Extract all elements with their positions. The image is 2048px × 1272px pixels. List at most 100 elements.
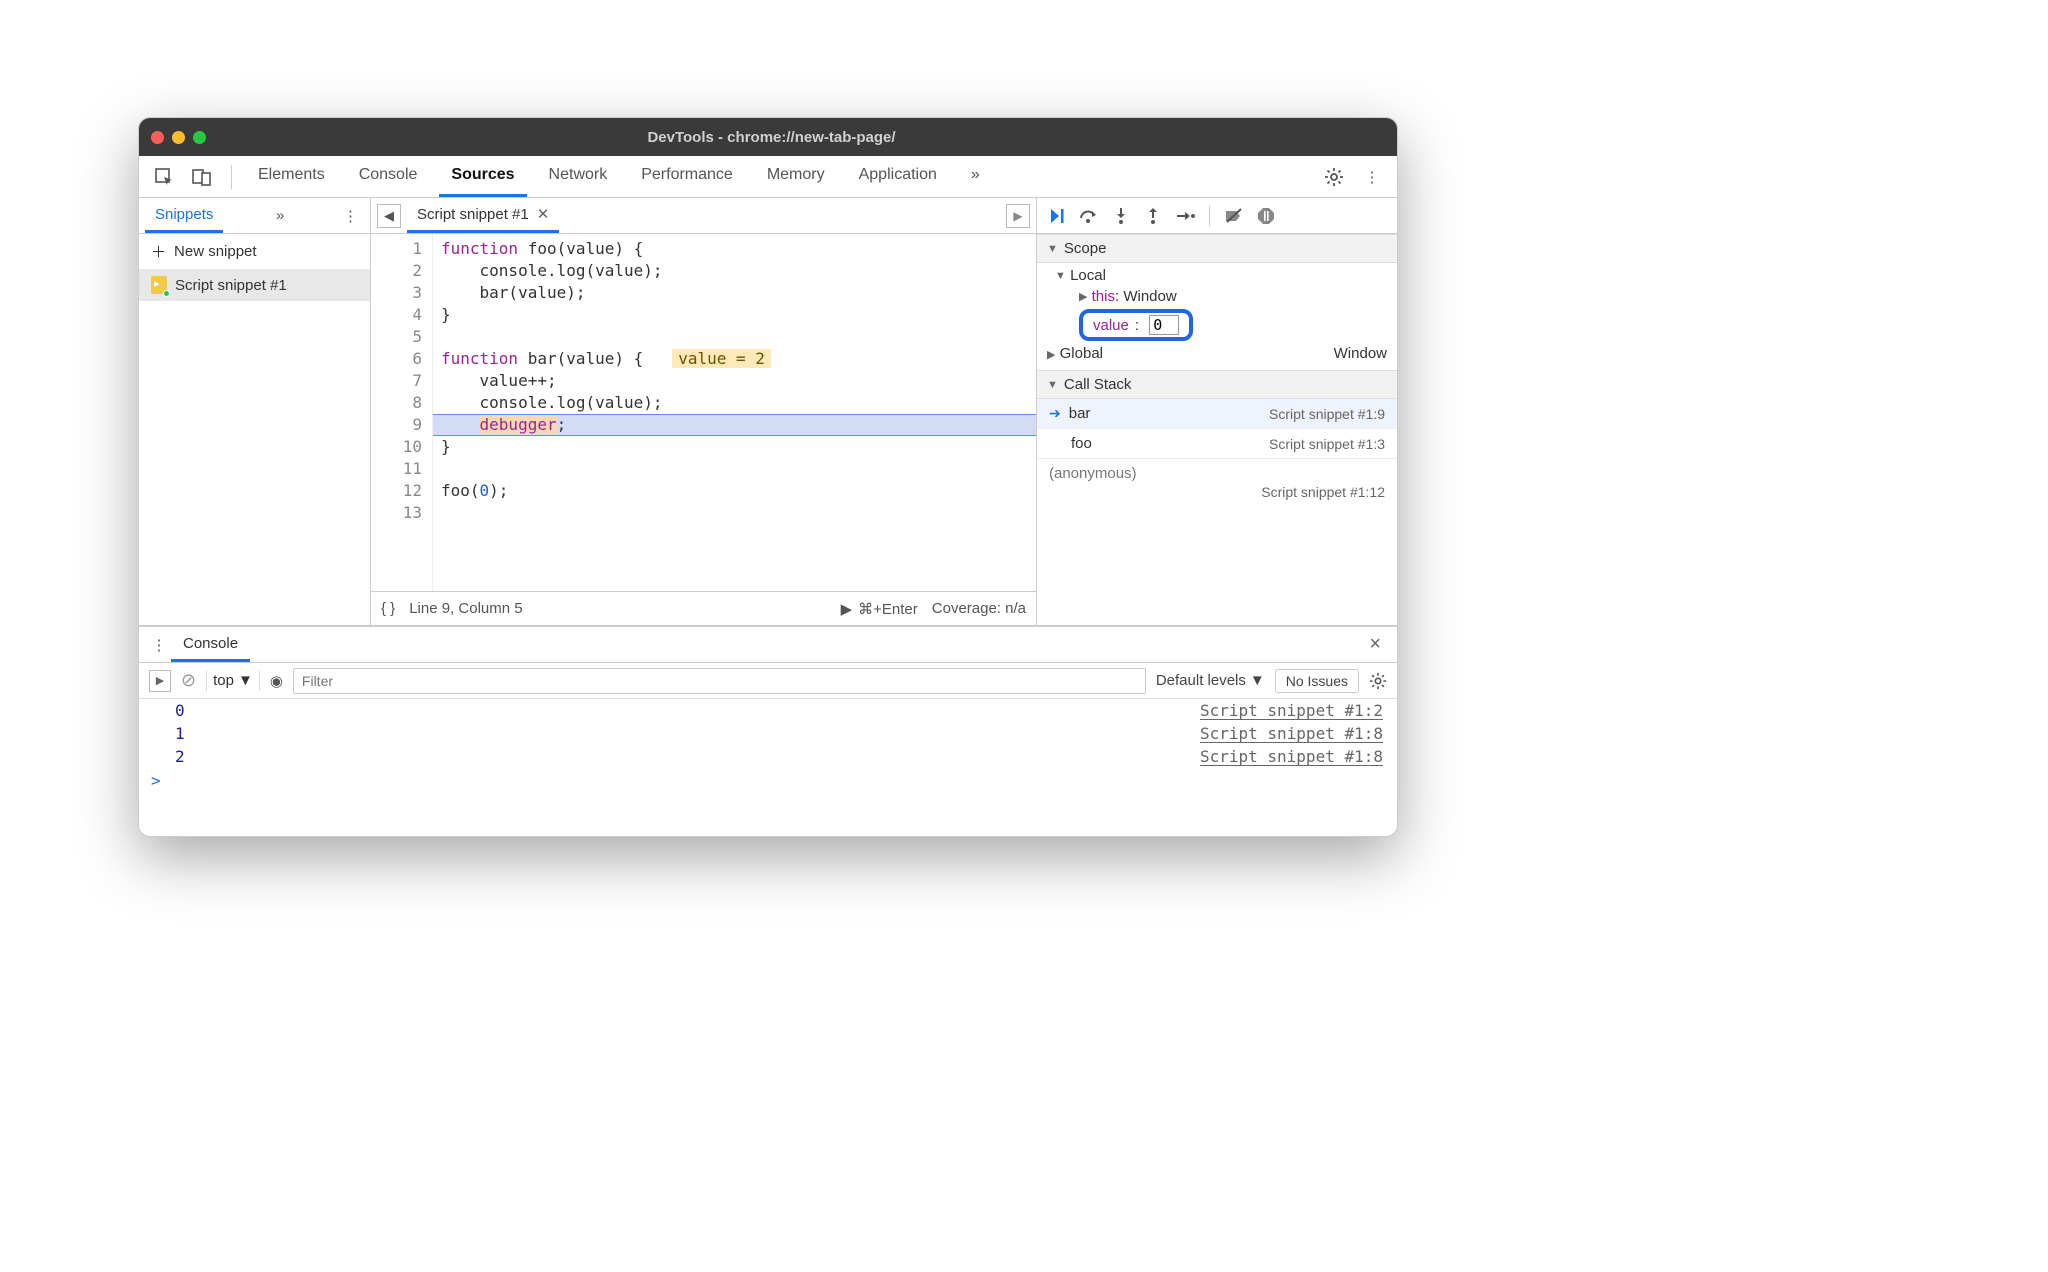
code-line[interactable]: console.log(value); (441, 260, 1036, 282)
scope-this-row[interactable]: ▶ this: Window (1037, 286, 1397, 307)
code-line[interactable]: debugger; (441, 414, 1036, 436)
panel-tabs: Elements Console Sources Network Perform… (139, 156, 1397, 198)
no-issues-button[interactable]: No Issues (1275, 669, 1359, 693)
current-frame-arrow-icon: ➔ (1049, 405, 1061, 422)
chevron-down-icon: ▼ (1250, 672, 1265, 689)
resume-icon[interactable] (1045, 204, 1069, 228)
tab-elements[interactable]: Elements (246, 156, 337, 197)
devtools-window: DevTools - chrome://new-tab-page/ Elemen… (138, 117, 1398, 837)
tab-performance[interactable]: Performance (629, 156, 745, 197)
navigator-sidebar: Snippets » ⋮ ＋ New snippet Script snippe… (139, 198, 371, 625)
scope-local-header[interactable]: ▼ Local (1037, 265, 1397, 286)
console-source-link[interactable]: Script snippet #1:8 (1200, 724, 1383, 743)
settings-gear-icon[interactable] (1319, 162, 1349, 192)
value-edit-input[interactable] (1149, 315, 1179, 335)
zoom-window-button[interactable] (193, 131, 206, 144)
console-log-line: 1Script snippet #1:8 (139, 722, 1397, 745)
source-editor: ◀ Script snippet #1 ✕ ▶ 1234567891011121… (371, 198, 1037, 625)
sidebar-tab-snippets[interactable]: Snippets (145, 198, 223, 233)
device-toolbar-icon[interactable] (187, 162, 217, 192)
editor-tab-label: Script snippet #1 (417, 206, 529, 223)
code-line[interactable]: function bar(value) { value = 2 (441, 348, 1036, 370)
triangle-down-icon: ▼ (1055, 270, 1066, 282)
console-source-link[interactable]: Script snippet #1:2 (1200, 701, 1383, 720)
pretty-print-icon[interactable]: { } (381, 600, 395, 617)
sidebar-more-icon[interactable]: ⋮ (337, 207, 364, 225)
show-console-sidebar-icon[interactable]: ▶ (149, 670, 171, 692)
triangle-down-icon: ▼ (1047, 243, 1058, 255)
stack-frame[interactable]: ➔barScript snippet #1:9 (1037, 399, 1397, 429)
sidebar-tabs-overflow[interactable]: » (270, 207, 290, 224)
step-over-icon[interactable] (1077, 204, 1101, 228)
log-levels-selector[interactable]: Default levels ▼ (1156, 672, 1265, 689)
run-play-icon: ▶ (841, 600, 853, 618)
console-filter-input[interactable] (293, 668, 1146, 694)
code-line[interactable]: } (441, 304, 1036, 326)
stack-frame[interactable]: fooScript snippet #1:3 (1037, 429, 1397, 459)
plus-icon: ＋ (151, 241, 166, 262)
minimize-window-button[interactable] (172, 131, 185, 144)
console-prompt[interactable]: > (139, 768, 1397, 793)
drawer-menu-icon[interactable]: ⋮ (147, 636, 171, 654)
new-snippet-button[interactable]: ＋ New snippet (139, 234, 370, 269)
execution-context-selector[interactable]: top ▼ (206, 670, 260, 691)
run-snippet-icon[interactable]: ▶ (1006, 204, 1030, 228)
code-line[interactable]: console.log(value); (441, 392, 1036, 414)
triangle-right-icon: ▶ (1047, 349, 1055, 361)
step-icon[interactable] (1173, 204, 1197, 228)
triangle-right-icon: ▶ (1079, 290, 1087, 303)
more-menu-icon[interactable]: ⋮ (1357, 162, 1387, 192)
stack-frame[interactable]: (anonymous)Script snippet #1:12 (1037, 459, 1397, 506)
callstack-section-header[interactable]: ▼ Call Stack (1037, 370, 1397, 399)
step-out-icon[interactable] (1141, 204, 1165, 228)
code-area[interactable]: 12345678910111213 function foo(value) { … (371, 234, 1036, 591)
titlebar: DevTools - chrome://new-tab-page/ (139, 118, 1397, 156)
code-line[interactable]: foo(0); (441, 480, 1036, 502)
tab-network[interactable]: Network (537, 156, 620, 197)
inspect-element-icon[interactable] (149, 162, 179, 192)
nav-back-icon[interactable]: ◀ (377, 204, 401, 228)
value-edit-highlight: value: (1079, 309, 1193, 341)
run-shortcut: ⌘+Enter (858, 600, 918, 618)
close-drawer-icon[interactable]: × (1361, 633, 1389, 656)
code-line[interactable]: bar(value); (441, 282, 1036, 304)
tab-application[interactable]: Application (847, 156, 949, 197)
console-log-line: 2Script snippet #1:8 (139, 745, 1397, 768)
console-settings-gear-icon[interactable] (1369, 672, 1387, 690)
tab-console[interactable]: Console (347, 156, 430, 197)
live-expression-icon[interactable]: ◉ (270, 672, 283, 690)
debugger-pane: ▼ Scope ▼ Local ▶ this: Window (1037, 198, 1397, 625)
chevron-down-icon: ▼ (238, 672, 253, 689)
close-tab-icon[interactable]: ✕ (537, 205, 550, 223)
tabs-overflow[interactable]: » (959, 156, 992, 197)
drawer-tab-console[interactable]: Console (171, 627, 250, 662)
scope-global-row[interactable]: ▶ Global Window (1037, 343, 1397, 364)
code-line[interactable] (441, 502, 1036, 524)
cursor-position: Line 9, Column 5 (409, 600, 522, 617)
console-source-link[interactable]: Script snippet #1:8 (1200, 747, 1383, 766)
code-line[interactable]: function foo(value) { (441, 238, 1036, 260)
snippet-file-icon (151, 276, 167, 294)
coverage-status: Coverage: n/a (932, 600, 1026, 617)
tab-memory[interactable]: Memory (755, 156, 837, 197)
scope-section-header[interactable]: ▼ Scope (1037, 234, 1397, 263)
close-window-button[interactable] (151, 131, 164, 144)
code-line[interactable] (441, 326, 1036, 348)
console-log-line: 0Script snippet #1:2 (139, 699, 1397, 722)
clear-console-icon[interactable]: ⊘ (181, 670, 196, 691)
snippet-item[interactable]: Script snippet #1 (139, 269, 370, 301)
window-controls (151, 131, 206, 144)
editor-file-tab[interactable]: Script snippet #1 ✕ (407, 198, 559, 233)
editor-statusbar: { } Line 9, Column 5 ▶ ⌘+Enter Coverage: … (371, 591, 1036, 625)
step-into-icon[interactable] (1109, 204, 1133, 228)
tab-sources[interactable]: Sources (439, 156, 526, 197)
triangle-down-icon: ▼ (1047, 379, 1058, 391)
pause-on-exceptions-icon[interactable] (1254, 204, 1278, 228)
code-line[interactable]: value++; (441, 370, 1036, 392)
deactivate-breakpoints-icon[interactable] (1222, 204, 1246, 228)
code-line[interactable]: } (441, 436, 1036, 458)
console-drawer: ⋮ Console × ▶ ⊘ top ▼ ◉ Default levels ▼… (139, 626, 1397, 836)
scope-value-row[interactable]: value: (1037, 307, 1397, 343)
new-snippet-label: New snippet (174, 243, 257, 260)
code-line[interactable] (441, 458, 1036, 480)
